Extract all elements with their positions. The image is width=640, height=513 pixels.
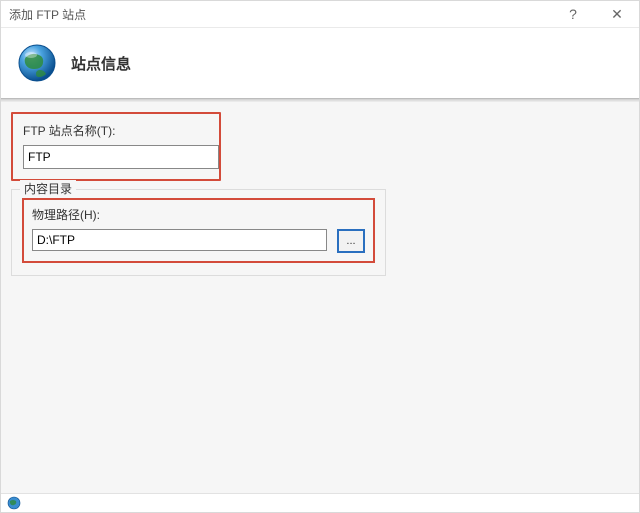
site-name-group: FTP 站点名称(T): [11, 112, 221, 181]
help-icon: ? [569, 6, 577, 22]
content-dir-wrapper: 内容目录 物理路径(H): ... [11, 189, 629, 276]
help-button[interactable]: ? [551, 1, 595, 27]
content-area: FTP 站点名称(T): 内容目录 物理路径(H): ... [1, 102, 639, 493]
window-title: 添加 FTP 站点 [1, 6, 551, 23]
physical-path-input[interactable] [32, 229, 327, 251]
close-button[interactable]: ✕ [595, 1, 639, 27]
browse-button[interactable]: ... [337, 229, 365, 253]
page-title: 站点信息 [71, 53, 131, 74]
physical-path-group: 物理路径(H): ... [22, 198, 375, 263]
titlebar: 添加 FTP 站点 ? ✕ [1, 1, 639, 28]
globe-icon [15, 41, 59, 85]
dialog-header: 站点信息 [1, 28, 639, 98]
site-name-input[interactable] [23, 145, 219, 169]
content-dir-legend: 内容目录 [20, 180, 76, 197]
physical-path-row: ... [32, 229, 365, 253]
site-name-label: FTP 站点名称(T): [23, 122, 209, 139]
content-dir-fieldset: 内容目录 物理路径(H): ... [11, 189, 386, 276]
physical-path-label: 物理路径(H): [32, 206, 365, 223]
dialog-window: 添加 FTP 站点 ? ✕ 站 [0, 0, 640, 513]
globe-small-icon [7, 496, 21, 510]
ellipsis-icon: ... [346, 235, 355, 247]
status-bar [1, 493, 639, 512]
close-icon: ✕ [611, 6, 623, 23]
